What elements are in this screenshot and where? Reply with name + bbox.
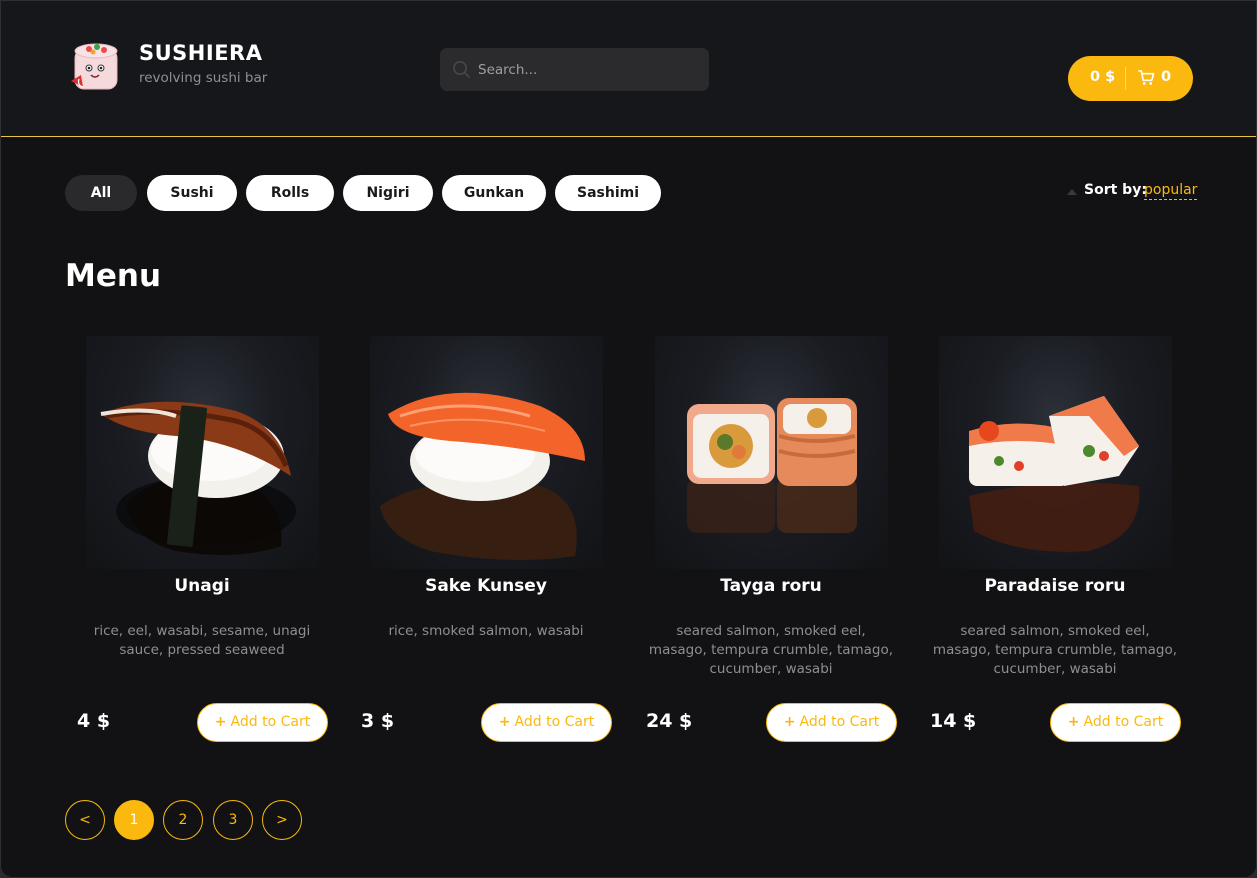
product-name: Unagi — [174, 576, 230, 596]
menu-title: Menu — [65, 258, 162, 294]
pagination-prev[interactable]: < — [65, 800, 105, 840]
header: SUSHIERA revolving sushi bar 0 $ 0 — [1, 1, 1256, 137]
search-input[interactable] — [478, 48, 703, 91]
category-sushi[interactable]: Sushi — [147, 175, 237, 211]
category-gunkan[interactable]: Gunkan — [442, 175, 546, 211]
product-price: 3 $ — [361, 710, 395, 732]
product-card: Paradaise roru seared salmon, smoked eel… — [918, 336, 1202, 756]
plus-icon: + — [783, 714, 796, 730]
product-description: seared salmon, smoked eel, masago, tempu… — [648, 623, 894, 677]
add-to-cart-button[interactable]: + Add to Cart — [481, 703, 612, 742]
brand-title: SUSHIERA — [139, 41, 263, 65]
product-image-unagi[interactable] — [86, 336, 319, 569]
product-card: Tayga roru seared salmon, smoked eel, ma… — [634, 336, 918, 756]
pagination-next[interactable]: > — [262, 800, 302, 840]
sushi-logo-icon[interactable] — [69, 41, 123, 93]
plus-icon: + — [1067, 714, 1080, 730]
product-price: 14 $ — [930, 710, 977, 732]
product-price: 4 $ — [77, 710, 111, 732]
pagination-page-2[interactable]: 2 — [163, 800, 203, 840]
product-image-tayga-roru[interactable] — [655, 336, 888, 569]
page: SUSHIERA revolving sushi bar 0 $ 0 All S… — [0, 0, 1257, 878]
plus-icon: + — [214, 714, 227, 730]
cart-divider — [1125, 67, 1126, 90]
add-to-cart-label: Add to Cart — [514, 714, 595, 730]
cart-icon — [1138, 70, 1155, 85]
category-rolls[interactable]: Rolls — [246, 175, 334, 211]
product-card: Sake Kunsey rice, smoked salmon, wasabi … — [349, 336, 633, 756]
category-all[interactable]: All — [65, 175, 137, 211]
category-nigiri[interactable]: Nigiri — [343, 175, 433, 211]
pagination-page-3[interactable]: 3 — [213, 800, 253, 840]
product-description: rice, eel, wasabi, sesame, unagi sauce, … — [93, 623, 311, 658]
product-card: Unagi rice, eel, wasabi, sesame, unagi s… — [65, 336, 349, 756]
product-name: Paradaise roru — [984, 576, 1126, 596]
add-to-cart-button[interactable]: + Add to Cart — [1050, 703, 1181, 742]
product-description: seared salmon, smoked eel, masago, tempu… — [932, 623, 1178, 677]
add-to-cart-label: Add to Cart — [799, 714, 880, 730]
add-to-cart-button[interactable]: + Add to Cart — [766, 703, 897, 742]
brand-subtitle: revolving sushi bar — [139, 70, 268, 86]
cart-button[interactable]: 0 $ 0 — [1068, 56, 1193, 101]
product-name: Tayga roru — [720, 576, 822, 596]
add-to-cart-button[interactable]: + Add to Cart — [197, 703, 328, 742]
product-description: rice, smoked salmon, wasabi — [388, 623, 584, 639]
product-image-paradaise-roru[interactable] — [939, 336, 1172, 569]
product-name: Sake Kunsey — [425, 576, 547, 596]
add-to-cart-label: Add to Cart — [230, 714, 311, 730]
sort-arrow-icon — [1067, 189, 1077, 195]
pagination-page-1[interactable]: 1 — [114, 800, 154, 840]
cart-total: 0 $ — [1090, 69, 1116, 85]
search-icon — [453, 61, 470, 78]
cart-count: 0 — [1161, 69, 1172, 85]
plus-icon: + — [498, 714, 511, 730]
sort-label: Sort by: — [1084, 182, 1147, 198]
product-image-sake-kunsey[interactable] — [370, 336, 603, 569]
product-price: 24 $ — [646, 710, 693, 732]
category-sashimi[interactable]: Sashimi — [555, 175, 661, 211]
search-box[interactable] — [440, 48, 709, 91]
add-to-cart-label: Add to Cart — [1083, 714, 1164, 730]
sort-value[interactable]: popular — [1144, 182, 1198, 200]
